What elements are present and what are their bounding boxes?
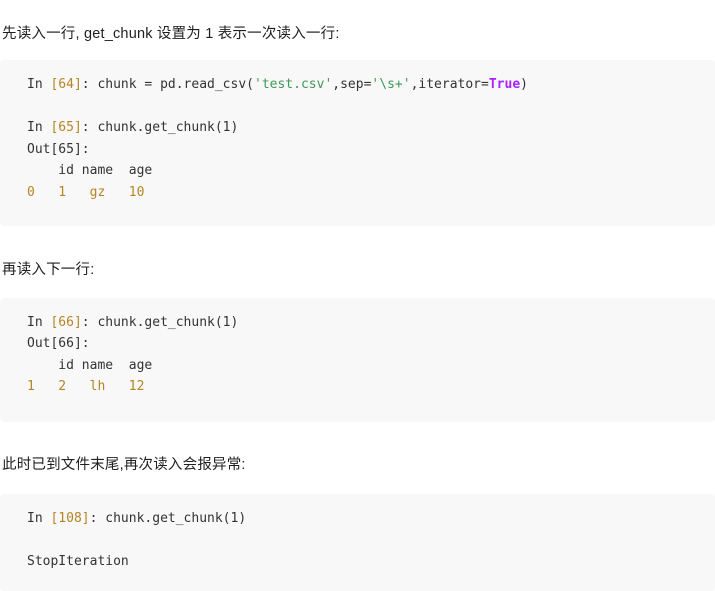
code-line-out-66: Out[66]: bbox=[0, 333, 715, 355]
code-line-blank-2 bbox=[0, 529, 715, 551]
prompt-colon: : bbox=[81, 120, 98, 136]
code-line-get-chunk-66: In [66]: chunk.get_chunk(1) bbox=[0, 312, 715, 334]
prompt-in-label: In bbox=[27, 314, 51, 330]
code-segment-iterator-kwarg: ,iterator= bbox=[410, 77, 489, 93]
paragraph-intro-read-one-line: 先读入一行, get_chunk 设置为 1 表示一次读入一行: bbox=[2, 25, 340, 42]
code-line-blank-1 bbox=[0, 96, 715, 118]
code-segment-assign: chunk = pd.read_csv( bbox=[97, 77, 254, 93]
dataframe-data-row: 0 1 gz 10 bbox=[27, 184, 145, 200]
prompt-out-number: [65] bbox=[50, 141, 82, 157]
code-line-read-csv: In [64]: chunk = pd.read_csv('test.csv',… bbox=[0, 74, 715, 96]
code-segment-sep-kwarg: ,sep= bbox=[332, 77, 372, 93]
prompt-colon: : bbox=[81, 314, 98, 330]
prompt-colon: : bbox=[89, 510, 106, 526]
code-segment-get-chunk: chunk.get_chunk(1) bbox=[97, 314, 239, 330]
dataframe-header-row: id name age bbox=[27, 163, 153, 179]
prompt-number: [66] bbox=[50, 314, 82, 330]
code-segment-get-chunk: chunk.get_chunk(1) bbox=[105, 510, 247, 526]
string-literal-separator: '\s+' bbox=[371, 77, 411, 93]
prompt-number: [64] bbox=[50, 77, 82, 93]
code-segment-get-chunk: chunk.get_chunk(1) bbox=[97, 120, 239, 136]
prompt-number: [108] bbox=[50, 510, 90, 526]
code-line-get-chunk-108: In [108]: chunk.get_chunk(1) bbox=[0, 508, 715, 530]
code-block-first-chunk[interactable]: In [64]: chunk = pd.read_csv('test.csv',… bbox=[0, 60, 715, 227]
prompt-in-label: In bbox=[27, 120, 51, 136]
prompt-out-number: [66] bbox=[50, 336, 82, 352]
code-line-get-chunk-65: In [65]: chunk.get_chunk(1) bbox=[0, 117, 715, 139]
article-page: 先读入一行, get_chunk 设置为 1 表示一次读入一行: In [64]… bbox=[0, 15, 715, 591]
paragraph-end-of-file-exception: 此时已到文件末尾,再次读入会报异常: bbox=[2, 457, 246, 474]
dataframe-data-row: 1 2 lh 12 bbox=[27, 379, 145, 395]
string-literal-filename: 'test.csv' bbox=[254, 77, 333, 93]
prompt-out-colon: : bbox=[81, 336, 90, 352]
dataframe-header-row: id name age bbox=[27, 357, 153, 373]
prompt-out-colon: : bbox=[81, 141, 90, 157]
code-block-stopiteration[interactable]: In [108]: chunk.get_chunk(1) StopIterati… bbox=[0, 493, 715, 591]
code-segment-close-paren: ) bbox=[520, 77, 528, 93]
keyword-true: True bbox=[488, 77, 521, 93]
paragraph-read-next-line: 再读入下一行: bbox=[2, 261, 95, 278]
prompt-in-label: In bbox=[27, 510, 51, 526]
code-line-out-65: Out[65]: bbox=[0, 139, 715, 161]
prompt-colon: : bbox=[81, 77, 98, 93]
prompt-out-label: Out bbox=[27, 141, 51, 157]
prompt-in-label: In bbox=[27, 77, 51, 93]
prompt-out-label: Out bbox=[27, 336, 51, 352]
prompt-number: [65] bbox=[50, 120, 82, 136]
code-block-second-chunk[interactable]: In [66]: chunk.get_chunk(1) Out[66]: id … bbox=[0, 297, 715, 422]
exception-name: StopIteration bbox=[27, 553, 129, 569]
